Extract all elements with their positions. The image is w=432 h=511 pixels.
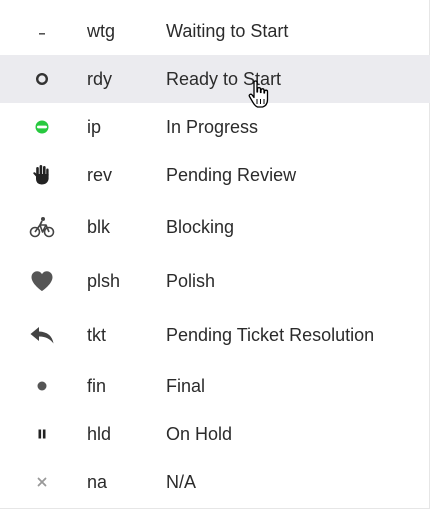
status-label: Ready to Start — [166, 68, 282, 89]
status-option-ip[interactable]: ip In Progress — [0, 103, 430, 151]
x-icon — [26, 458, 58, 506]
status-code: rev — [87, 164, 113, 185]
status-option-na[interactable]: na N/A — [0, 458, 430, 506]
status-option-rdy[interactable]: rdy Ready to Start — [0, 55, 430, 103]
status-code: plsh — [87, 270, 121, 291]
heart-icon — [26, 257, 58, 305]
reply-arrow-icon — [26, 311, 58, 359]
status-code: rdy — [87, 68, 113, 89]
hand-icon — [26, 151, 58, 199]
status-option-fin[interactable]: fin Final — [0, 362, 430, 410]
status-option-wtg[interactable]: wtg Waiting to Start — [0, 7, 430, 55]
status-option-hld[interactable]: hld On Hold — [0, 410, 430, 458]
status-code: ip — [87, 116, 102, 137]
status-menu: wtg Waiting to Start rdy Ready to Start … — [0, 0, 430, 509]
status-label: On Hold — [166, 423, 233, 444]
status-code: hld — [87, 423, 112, 444]
status-option-rev[interactable]: rev Pending Review — [0, 151, 430, 199]
status-code: blk — [87, 216, 111, 237]
status-option-tkt[interactable]: tkt Pending Ticket Resolution — [0, 311, 430, 359]
status-label: Waiting to Start — [166, 20, 289, 41]
status-label: Polish — [166, 270, 216, 291]
status-code: wtg — [87, 20, 116, 41]
status-label: N/A — [166, 471, 197, 492]
status-code: na — [87, 471, 108, 492]
dash-icon — [26, 7, 58, 55]
status-label: Blocking — [166, 216, 235, 237]
pause-icon — [26, 410, 58, 458]
status-code: tkt — [87, 324, 107, 345]
ring-icon — [26, 55, 58, 103]
status-label: Pending Ticket Resolution — [166, 324, 375, 345]
status-label: In Progress — [166, 116, 259, 137]
status-label: Final — [166, 375, 206, 396]
status-option-plsh[interactable]: plsh Polish — [0, 257, 430, 305]
status-code: fin — [87, 375, 107, 396]
dot-icon — [26, 362, 58, 410]
status-label: Pending Review — [166, 164, 297, 185]
bicycle-icon — [26, 203, 58, 251]
half-circle-icon — [26, 103, 58, 151]
status-option-blk[interactable]: blk Blocking — [0, 203, 430, 251]
